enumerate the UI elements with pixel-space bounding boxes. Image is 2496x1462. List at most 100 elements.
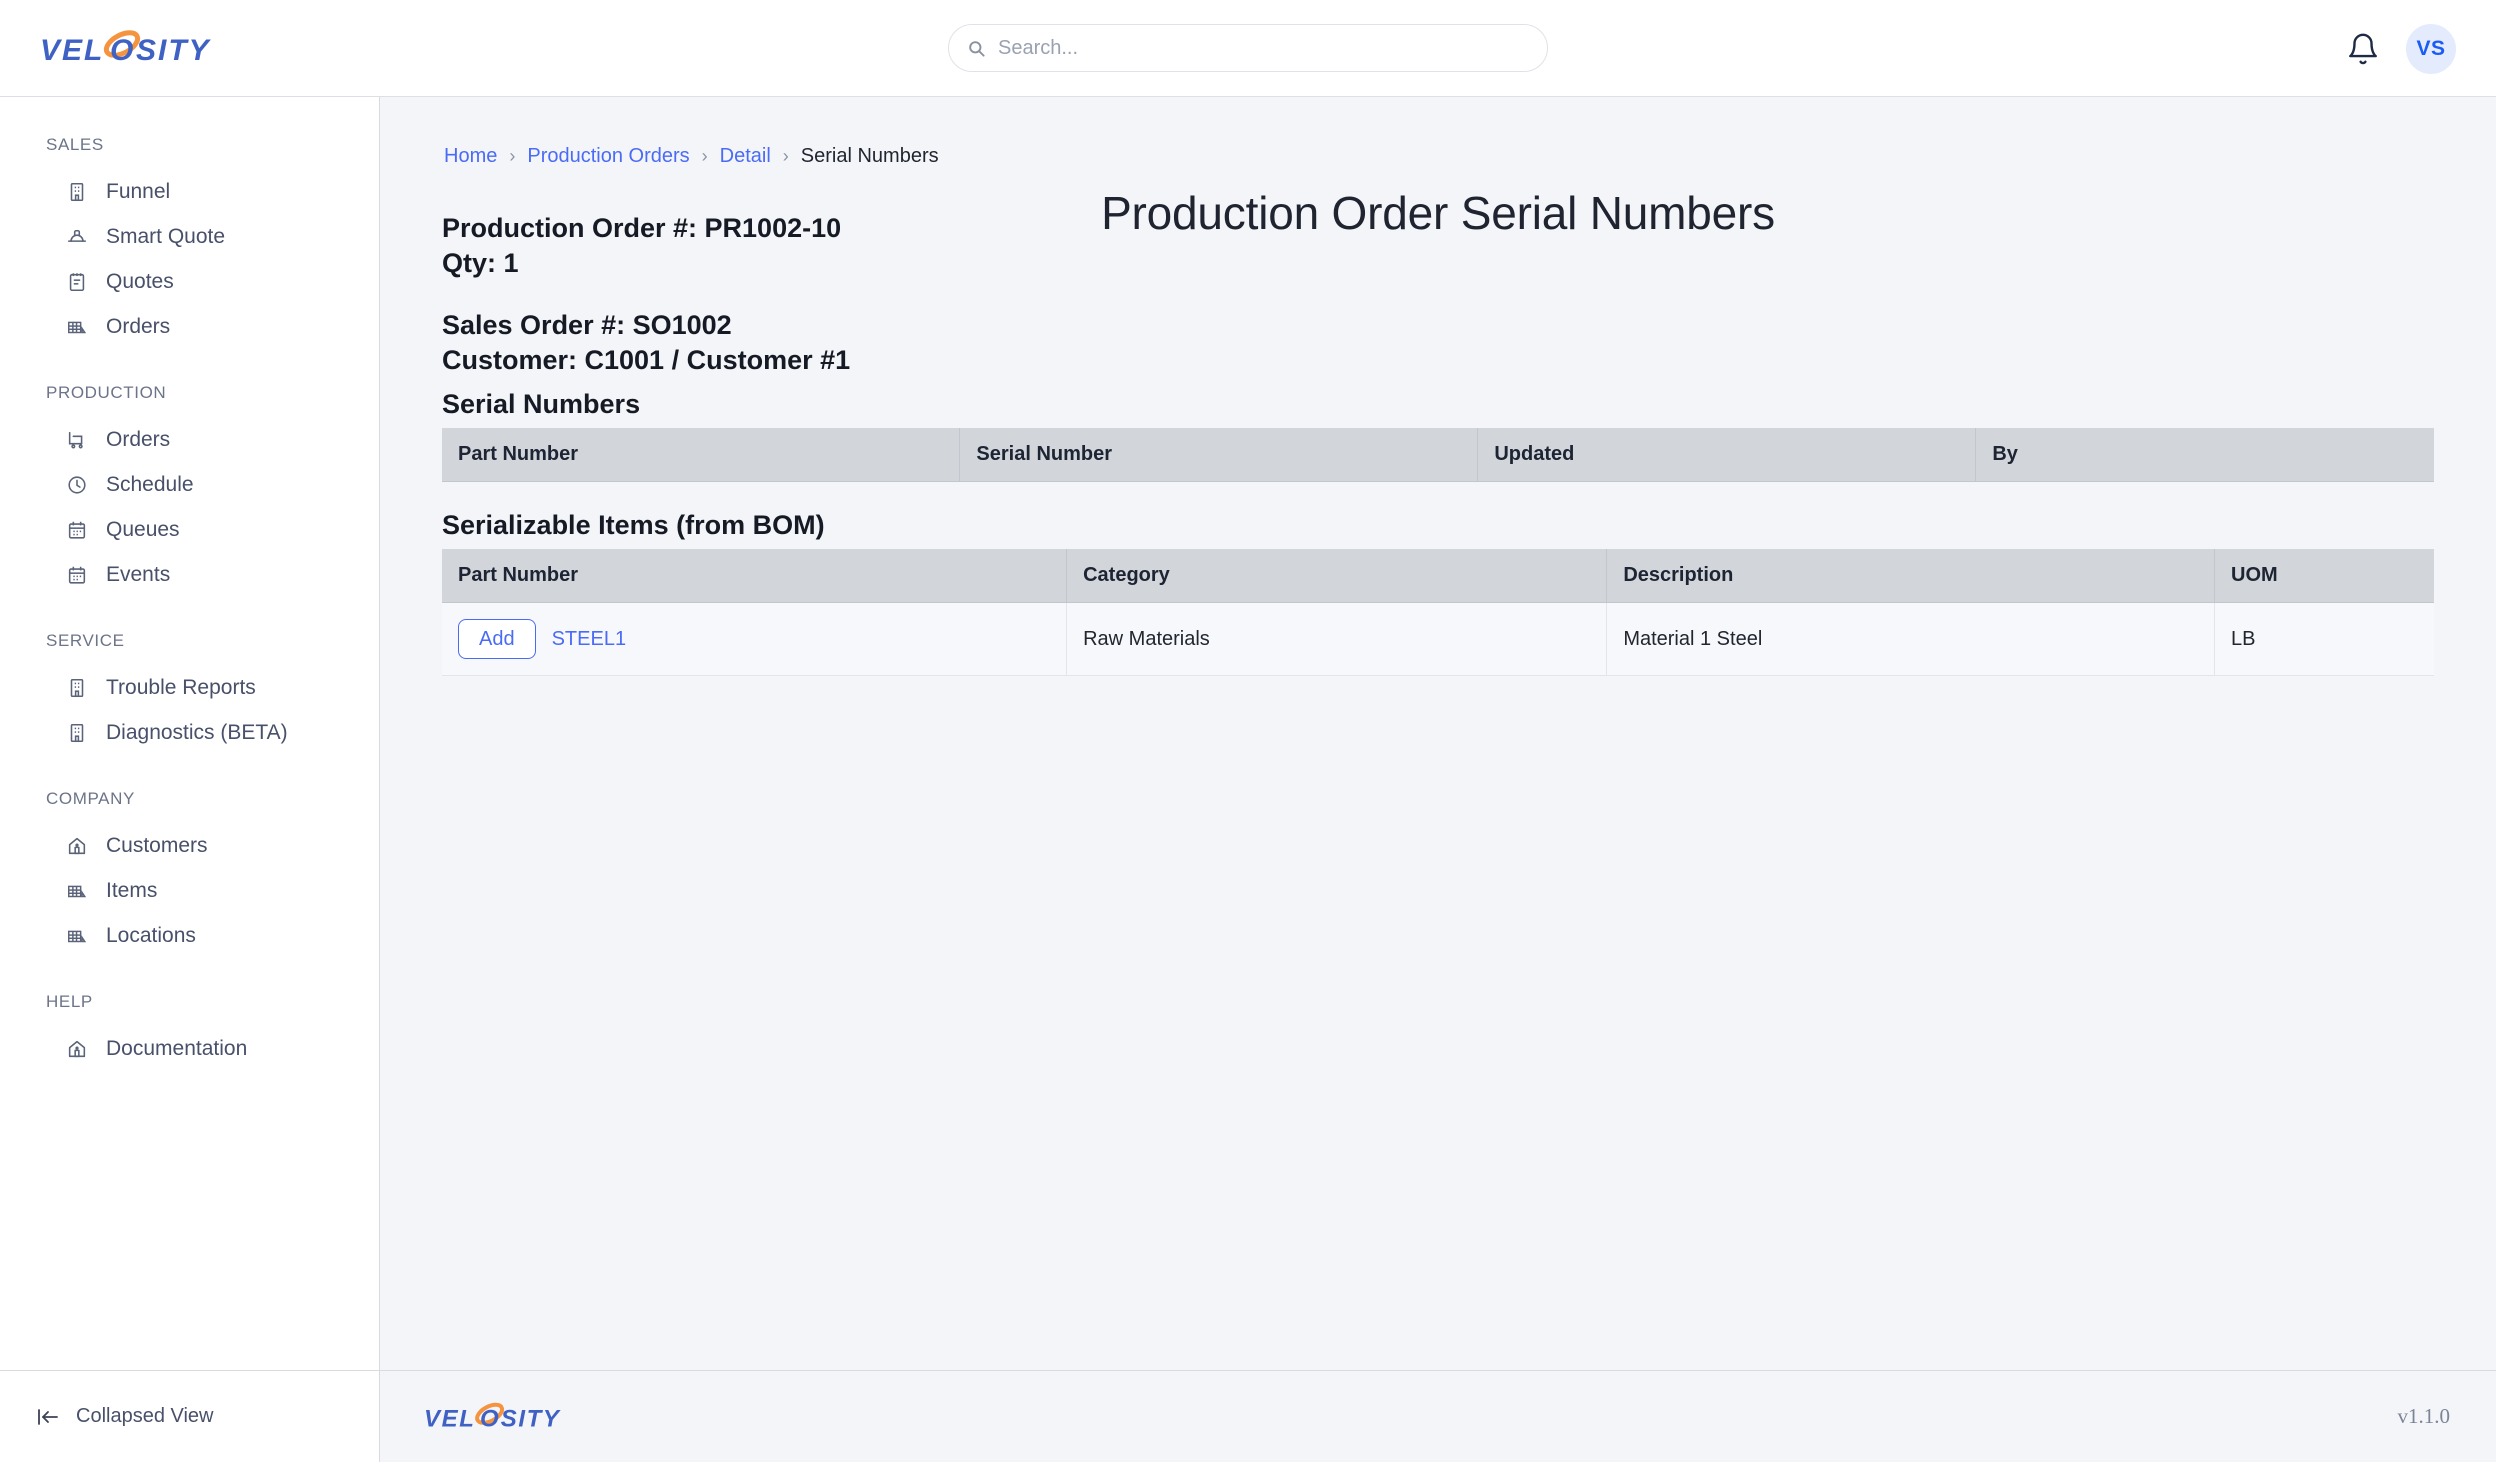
sidebar-item-quotes[interactable]: Quotes bbox=[0, 259, 379, 304]
sidebar-item-label: Trouble Reports bbox=[106, 675, 256, 699]
search-icon bbox=[969, 40, 985, 57]
warehouse-icon bbox=[68, 930, 87, 942]
part-number-link[interactable]: STEEL1 bbox=[552, 628, 626, 651]
column-header-uom[interactable]: UOM bbox=[2214, 549, 2434, 604]
add-button[interactable]: Add bbox=[458, 619, 536, 660]
global-search[interactable] bbox=[948, 24, 1548, 72]
column-header-part-number[interactable]: Part Number bbox=[442, 428, 961, 483]
serializable-items-heading: Serializable Items (from BOM) bbox=[442, 510, 825, 541]
breadcrumb-item-serial-numbers: Serial Numbers bbox=[800, 145, 939, 167]
sidebar-section-service: SERVICE Trouble Reports Diagnostics (BET… bbox=[0, 631, 379, 755]
app-body: SALES Funnel Smart Quote Quotes Orders P… bbox=[0, 97, 2496, 1462]
column-header-part-number[interactable]: Part Number bbox=[442, 549, 1068, 604]
building-icon bbox=[70, 678, 84, 697]
top-bar-right: VS bbox=[2346, 0, 2456, 97]
cell-part-number: Add STEEL1 bbox=[442, 602, 1068, 677]
avatar-initials: VS bbox=[2416, 36, 2446, 60]
svg-text:VEL: VEL bbox=[424, 1405, 475, 1432]
warehouse-icon bbox=[68, 321, 87, 333]
table-header-row: Part Number Serial Number Updated By bbox=[442, 428, 2434, 483]
sidebar-item-label: Smart Quote bbox=[106, 224, 226, 248]
sidebar: SALES Funnel Smart Quote Quotes Orders P… bbox=[0, 97, 380, 1462]
sidebar-item-documentation[interactable]: Documentation bbox=[0, 1026, 379, 1071]
building-icon bbox=[70, 723, 84, 742]
calendar-icon bbox=[68, 566, 86, 584]
sidebar-item-events[interactable]: Events bbox=[0, 552, 379, 597]
sidebar-item-trouble-reports[interactable]: Trouble Reports bbox=[0, 665, 379, 710]
collapse-view-button[interactable]: Collapsed View bbox=[0, 1370, 379, 1462]
search-box[interactable] bbox=[948, 24, 1548, 72]
bell-icon[interactable] bbox=[2346, 32, 2380, 66]
sidebar-nav: SALES Funnel Smart Quote Quotes Orders P… bbox=[0, 135, 379, 1370]
breadcrumb-item-production-orders[interactable]: Production Orders bbox=[527, 145, 689, 168]
sidebar-item-queues[interactable]: Queues bbox=[0, 507, 379, 552]
customer-info: Customer: C1001 / Customer #1 bbox=[442, 345, 851, 376]
sidebar-item-label: Funnel bbox=[106, 179, 171, 203]
breadcrumb-separator: › bbox=[509, 146, 516, 166]
cart-icon bbox=[68, 431, 83, 448]
sidebar-item-label: Diagnostics (BETA) bbox=[106, 720, 288, 744]
column-header-category[interactable]: Category bbox=[1066, 549, 1608, 604]
sidebar-item-label: Schedule bbox=[106, 472, 194, 496]
column-header-description[interactable]: Description bbox=[1606, 549, 2216, 604]
serial-numbers-table-head: Part Number Serial Number Updated By bbox=[442, 428, 2434, 483]
sidebar-item-schedule[interactable]: Schedule bbox=[0, 462, 379, 507]
sidebar-item-label: Quotes bbox=[106, 269, 174, 293]
sidebar-item-label: Events bbox=[106, 562, 171, 586]
sidebar-section-company: COMPANY Customers Items Locations bbox=[0, 789, 379, 958]
svg-text:SITY: SITY bbox=[501, 1405, 561, 1432]
home-icon bbox=[68, 837, 86, 854]
svg-text:SITY: SITY bbox=[136, 34, 212, 67]
velosity-logo-svg: VEL O SITY bbox=[424, 1402, 561, 1432]
table-header-row: Part Number Category Description UOM bbox=[442, 549, 2434, 604]
serializable-items-table-head: Part Number Category Description UOM bbox=[442, 549, 2434, 604]
brand-logo[interactable]: VEL O SITY bbox=[0, 24, 380, 72]
hard-hat-icon bbox=[67, 229, 87, 242]
footer-brand-logo[interactable]: VEL O SITY bbox=[424, 1397, 584, 1437]
sidebar-section-title: PRODUCTION bbox=[46, 383, 167, 402]
home-icon bbox=[68, 1040, 86, 1057]
sidebar-section-title: COMPANY bbox=[46, 789, 135, 808]
sidebar-section-title: SALES bbox=[46, 135, 104, 154]
sidebar-item-customers[interactable]: Customers bbox=[0, 823, 379, 868]
sidebar-section-title: HELP bbox=[46, 992, 93, 1011]
sidebar-item-items[interactable]: Items bbox=[0, 868, 379, 913]
serializable-items-table: Part Number Category Description UOM Add… bbox=[442, 549, 2434, 677]
breadcrumb-item-detail[interactable]: Detail bbox=[720, 145, 771, 168]
column-header-by[interactable]: By bbox=[1975, 428, 2434, 483]
table-row: Add STEEL1 Raw Materials Material 1 Stee… bbox=[442, 602, 2434, 677]
svg-text:O: O bbox=[480, 1405, 499, 1432]
sidebar-item-sales-orders[interactable]: Orders bbox=[0, 304, 379, 349]
sidebar-item-label: Items bbox=[106, 878, 158, 902]
sidebar-item-smart-quote[interactable]: Smart Quote bbox=[0, 214, 379, 259]
sidebar-item-label: Orders bbox=[106, 314, 171, 338]
warehouse-icon bbox=[68, 885, 87, 897]
serial-numbers-table: Part Number Serial Number Updated By bbox=[442, 428, 2434, 483]
part-number-cell-content: Add STEEL1 bbox=[458, 619, 1050, 660]
column-header-updated[interactable]: Updated bbox=[1477, 428, 1977, 483]
cell-description: Material 1 Steel bbox=[1606, 602, 2216, 677]
cell-category: Raw Materials bbox=[1066, 602, 1608, 677]
clipboard-icon bbox=[69, 272, 85, 291]
collapse-left-icon bbox=[38, 1408, 58, 1425]
sidebar-section-production: PRODUCTION Orders Schedule Queues Events bbox=[0, 383, 379, 597]
sidebar-item-funnel[interactable]: Funnel bbox=[0, 169, 379, 214]
sidebar-item-production-orders[interactable]: Orders bbox=[0, 417, 379, 462]
sidebar-item-diagnostics[interactable]: Diagnostics (BETA) bbox=[0, 710, 379, 755]
sidebar-item-locations[interactable]: Locations bbox=[0, 913, 379, 958]
sidebar-section-title: SERVICE bbox=[46, 631, 125, 650]
column-header-serial-number[interactable]: Serial Number bbox=[959, 428, 1479, 483]
sidebar-item-label: Orders bbox=[106, 427, 171, 451]
calendar-icon bbox=[68, 521, 86, 539]
velosity-logo-svg: VEL O SITY bbox=[40, 30, 212, 67]
building-icon bbox=[70, 182, 84, 201]
breadcrumb-item-home[interactable]: Home bbox=[444, 145, 497, 168]
sidebar-item-label: Locations bbox=[106, 923, 196, 947]
clock-icon bbox=[68, 475, 86, 494]
sidebar-item-label: Customers bbox=[106, 833, 208, 857]
app-root: VEL O SITY VS bbox=[0, 0, 2496, 1462]
search-input[interactable] bbox=[998, 36, 1529, 60]
sidebar-section-sales: SALES Funnel Smart Quote Quotes Orders bbox=[0, 135, 379, 349]
avatar[interactable]: VS bbox=[2406, 23, 2456, 74]
serial-numbers-heading: Serial Numbers bbox=[442, 389, 641, 420]
